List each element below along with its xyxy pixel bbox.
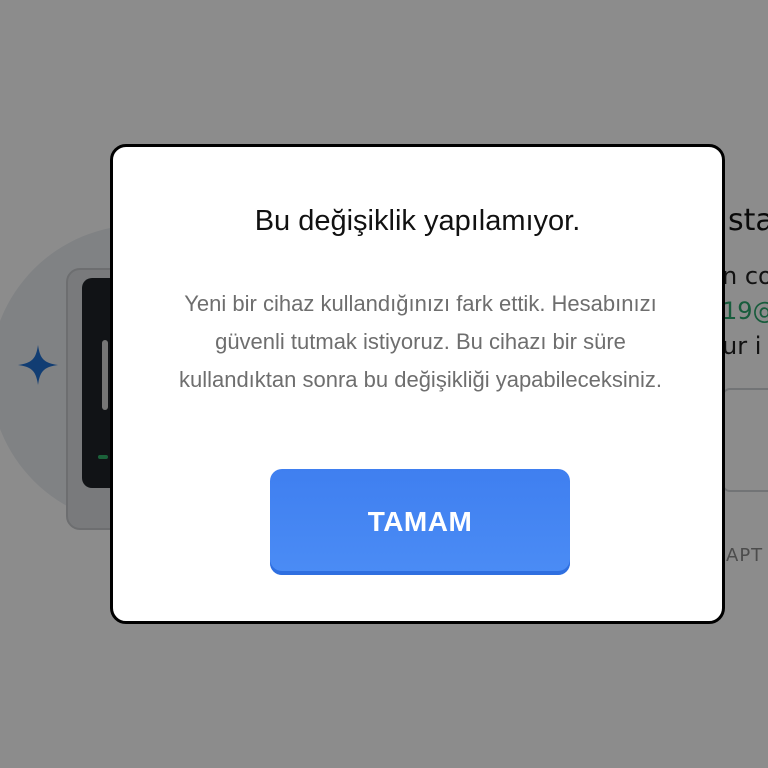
dialog-title: Bu değişiklik yapılamıyor. (254, 205, 581, 237)
ok-button[interactable]: TAMAM (270, 469, 570, 575)
dialog-message: Yeni bir cihaz kullandığınızı fark ettik… (178, 291, 663, 392)
alert-dialog: Bu değişiklik yapılamıyor. Yeni bir ciha… (110, 144, 725, 624)
